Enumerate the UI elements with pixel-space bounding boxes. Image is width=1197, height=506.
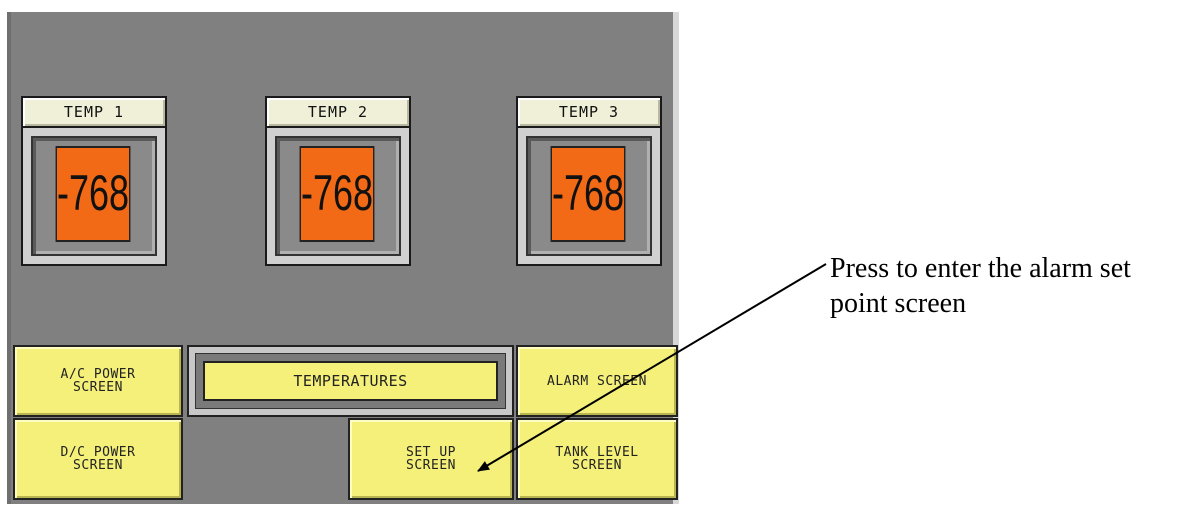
annotation-arrow	[477, 263, 827, 472]
arrow-line	[477, 263, 827, 472]
